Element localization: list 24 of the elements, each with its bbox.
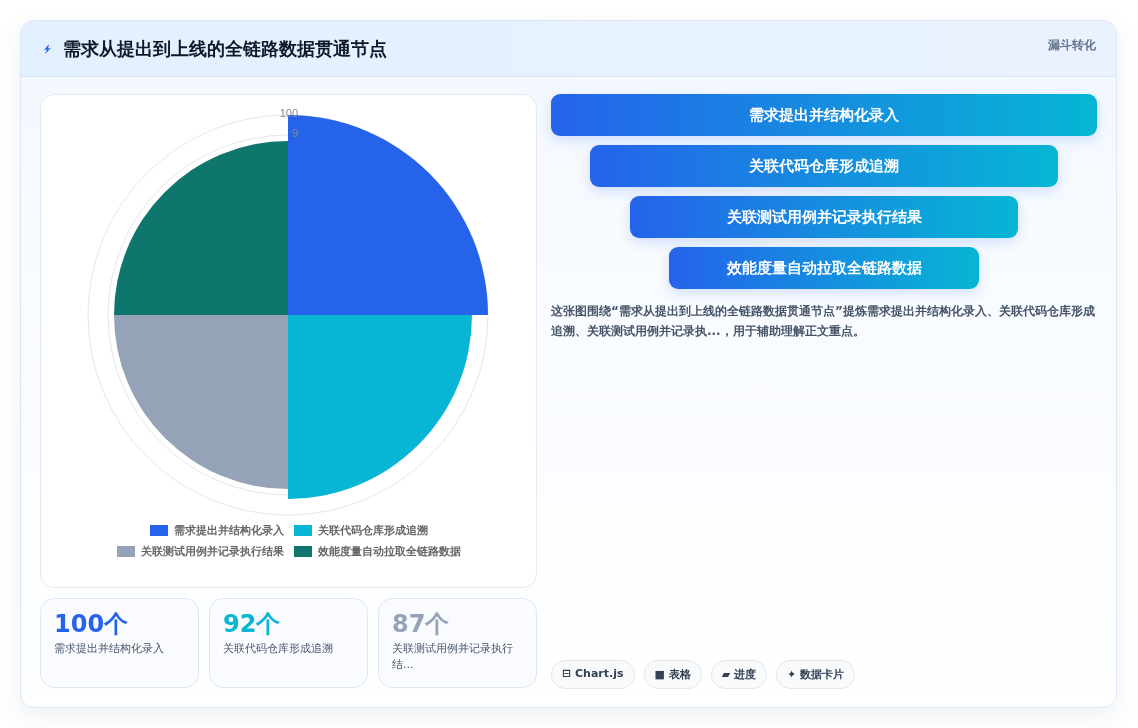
funnel-stage: 需求提出并结构化录入: [551, 94, 1097, 136]
stat-label: 关联测试用例并记录执行结...: [392, 641, 514, 673]
stat-label: 需求提出并结构化录入: [54, 641, 165, 657]
stat-value: 92个: [223, 611, 282, 638]
category-tag: 漏斗转化: [1048, 37, 1096, 54]
legend-label: 需求提出并结构化录入: [173, 523, 284, 538]
feature-chip: ▰ 进度: [710, 660, 768, 689]
page-title: 需求从提出到上线的全链路数据贯通节点: [63, 36, 387, 61]
funnel-stage: 关联代码仓库形成追溯: [590, 145, 1058, 187]
feature-chip: ■ 表格: [643, 660, 702, 689]
legend-label: 关联代码仓库形成追溯: [317, 523, 428, 538]
feature-chip: ⊟ Chart.js: [551, 660, 635, 689]
tick-label: 100: [279, 107, 298, 119]
stat-value: 100个: [54, 611, 130, 638]
stat-value: 87个: [392, 611, 451, 638]
funnel-stage: 效能度量自动拉取全链路数据: [668, 247, 980, 289]
legend-label: 关联测试用例并记录执行结果: [140, 544, 284, 559]
tick-label: 9: [291, 127, 298, 139]
stat-label: 关联代码仓库形成追溯: [223, 641, 334, 657]
feature-chip: ✦ 数据卡片: [776, 660, 856, 689]
legend-label: 效能度量自动拉取全链路数据: [317, 544, 461, 559]
description-text: 这张图围绕“需求从提出到上线的全链路数据贯通节点”提炼需求提出并结构化录入、关联代码仓库形成追溯、关联测试用例并记录执...，用于辅助理解正文重点。: [551, 303, 1096, 341]
lightning-icon: [41, 42, 53, 55]
funnel-stage: 关联测试用例并记录执行结果: [629, 196, 1019, 238]
